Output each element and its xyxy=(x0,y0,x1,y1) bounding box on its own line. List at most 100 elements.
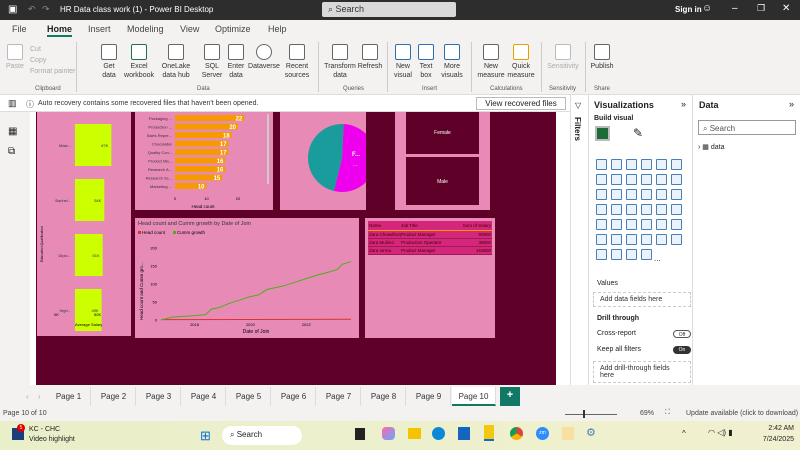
drill-through-field-well[interactable]: Add drill-through fields here xyxy=(593,361,691,383)
series-line[interactable] xyxy=(160,261,352,321)
widget-title[interactable]: KC - CHC xyxy=(29,426,60,433)
zoom-slider[interactable] xyxy=(565,414,617,415)
prev-page-icon[interactable]: ‹ xyxy=(26,392,29,401)
get-data-button[interactable]: Get data xyxy=(98,44,120,80)
title-search[interactable]: ⌕ Search xyxy=(322,2,456,17)
visual-type-icon[interactable] xyxy=(641,204,652,215)
clock-time[interactable]: 2:42 AM xyxy=(760,425,794,432)
visual-type-icon[interactable] xyxy=(641,189,652,200)
edge-icon[interactable] xyxy=(432,427,445,440)
data-search-input[interactable]: ⌕ Search xyxy=(698,120,796,135)
table-row[interactable]: Zara Chowdhury Product Manager 83900 xyxy=(368,231,492,239)
sensitivity-button[interactable]: Sensitivity xyxy=(545,44,581,71)
slicer-item-male[interactable]: Male xyxy=(406,157,479,205)
table-header[interactable]: Job Title xyxy=(401,223,453,228)
visual-type-icon[interactable] xyxy=(596,204,607,215)
scrollbar[interactable] xyxy=(267,114,269,184)
visual-type-icon[interactable] xyxy=(611,159,622,170)
page-tab[interactable]: Page 9 xyxy=(407,387,451,406)
minimize-button[interactable]: – xyxy=(732,3,738,14)
store-icon[interactable] xyxy=(458,427,470,440)
page-tab[interactable]: Page 1 xyxy=(47,387,91,406)
visual-type-icon[interactable] xyxy=(641,249,652,260)
format-painter-button[interactable]: Format painter xyxy=(30,66,76,77)
gender-pie-chart[interactable]: F...... xyxy=(280,112,376,210)
page-tab[interactable]: Page 5 xyxy=(227,387,271,406)
menu-help[interactable]: Help xyxy=(268,24,287,34)
app-icon[interactable]: ⚙ xyxy=(586,426,596,439)
refresh-button[interactable]: Refresh xyxy=(357,44,383,71)
visual-type-icon[interactable] xyxy=(611,219,622,230)
visual-type-icon[interactable] xyxy=(671,189,682,200)
more-visuals-button[interactable]: More visuals xyxy=(438,44,466,80)
visual-type-icon[interactable] xyxy=(596,249,607,260)
enter-data-button[interactable]: Enter data xyxy=(226,44,246,80)
copilot-icon[interactable] xyxy=(382,427,395,440)
visual-type-icon[interactable] xyxy=(596,174,607,185)
publish-button[interactable]: Publish xyxy=(589,44,615,71)
zoom-app-icon[interactable]: zm xyxy=(536,427,549,440)
format-visual-tab-icon[interactable]: ✎ xyxy=(633,126,643,140)
view-recovered-files-button[interactable]: View recovered files xyxy=(476,97,566,110)
page-tab[interactable]: Page 7 xyxy=(317,387,361,406)
visual-type-icon[interactable] xyxy=(626,219,637,230)
table-header[interactable]: Name xyxy=(368,223,401,228)
values-field-well[interactable]: Add data fields here xyxy=(593,292,691,307)
visual-type-icon[interactable] xyxy=(656,159,667,170)
visual-type-icon[interactable] xyxy=(611,204,622,215)
zoom-slider-thumb[interactable] xyxy=(583,410,585,418)
visual-type-icon[interactable] xyxy=(641,234,652,245)
more-visuals-icon[interactable]: ... xyxy=(654,254,661,263)
visual-type-icon[interactable] xyxy=(641,174,652,185)
dataverse-button[interactable]: Dataverse xyxy=(247,44,281,71)
quick-measure-button[interactable]: Quick measure xyxy=(506,44,536,80)
visual-type-icon[interactable] xyxy=(626,189,637,200)
copy-button[interactable]: Copy xyxy=(30,55,76,66)
collapse-icon[interactable]: » xyxy=(681,99,686,109)
headcount-line-chart[interactable]: Head count and Cumm growth by Date of Jo… xyxy=(135,218,359,338)
headcount-by-job-chart[interactable]: Packaging ... 22 Production ... 20 Sales Rep… xyxy=(135,112,273,210)
save-icon[interactable]: ▣ xyxy=(8,4,17,15)
file-explorer-icon[interactable] xyxy=(408,428,421,439)
visual-type-icon[interactable] xyxy=(641,159,652,170)
redo-icon[interactable]: ↷ xyxy=(42,4,50,15)
update-available-link[interactable]: Update available (click to download) xyxy=(686,410,798,417)
visual-type-icon[interactable] xyxy=(626,174,637,185)
excel-workbook-button[interactable]: Excel workbook xyxy=(122,44,156,80)
menu-view[interactable]: View xyxy=(180,24,199,34)
page-tab[interactable]: Page 8 xyxy=(362,387,406,406)
menu-insert[interactable]: Insert xyxy=(88,24,111,34)
visual-type-icon[interactable] xyxy=(656,219,667,230)
visual-type-icon[interactable] xyxy=(671,159,682,170)
visual-type-icon[interactable] xyxy=(611,174,622,185)
windows-start-icon[interactable]: ⊞ xyxy=(200,428,211,444)
new-visual-button[interactable]: New visual xyxy=(392,44,414,80)
page-tab[interactable]: Page 4 xyxy=(182,387,226,406)
keep-all-filters-toggle[interactable]: On xyxy=(673,346,691,354)
page-tab[interactable]: Page 3 xyxy=(137,387,181,406)
visual-type-icon[interactable] xyxy=(626,204,637,215)
visual-type-icon[interactable] xyxy=(611,249,622,260)
maximize-button[interactable]: ❐ xyxy=(757,3,765,14)
text-box-button[interactable]: Text box xyxy=(416,44,436,80)
sql-server-button[interactable]: SQL Server xyxy=(200,44,224,80)
visual-type-icon[interactable] xyxy=(626,159,637,170)
visual-type-icon[interactable] xyxy=(626,249,637,260)
undo-icon[interactable]: ↶ xyxy=(28,4,36,15)
taskbar-search[interactable]: ⌕ Search xyxy=(222,426,302,445)
app-icon[interactable] xyxy=(562,427,574,440)
model-view-icon[interactable]: ⧉ xyxy=(8,146,15,157)
chrome-icon[interactable] xyxy=(510,427,523,440)
salary-by-education-chart[interactable]: Mast... 67K Bachel... 54K Diplo... 51K High...… xyxy=(37,112,131,336)
visual-type-icon[interactable] xyxy=(596,189,607,200)
visual-type-icon[interactable] xyxy=(596,219,607,230)
fit-page-icon[interactable]: ⛶ xyxy=(665,409,670,417)
wifi-icon[interactable]: ◠ ◁) ▮ xyxy=(708,428,733,437)
recent-sources-button[interactable]: Recent sources xyxy=(282,44,312,80)
next-page-icon[interactable]: › xyxy=(38,392,41,401)
paste-button[interactable]: Paste xyxy=(6,44,24,71)
visual-type-icon[interactable] xyxy=(671,174,682,185)
visual-type-icon[interactable] xyxy=(671,204,682,215)
collapse-icon[interactable]: » xyxy=(789,99,794,109)
visual-type-icon[interactable] xyxy=(611,234,622,245)
